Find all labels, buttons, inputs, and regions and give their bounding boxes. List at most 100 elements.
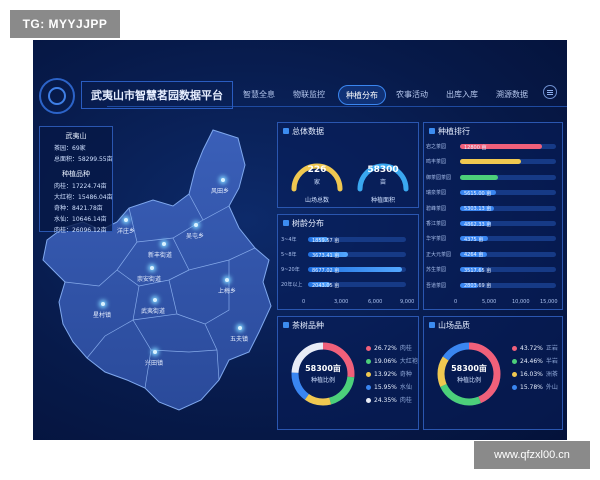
map-pin[interactable] (194, 223, 198, 227)
map-pin[interactable] (153, 298, 157, 302)
rank-bar (460, 174, 499, 180)
ranking-panel: 种植排行 岩之茶园 12800 亩鸣丰茶园 御茶园茶园 瑞泉茶园 5615.00 亩碧峰… (423, 122, 563, 310)
age-tick: 0 (302, 299, 306, 305)
rank-bar-value: 4375 亩 (464, 236, 484, 243)
age-tick: 6,000 (368, 299, 383, 305)
legend-name: 水仙 (399, 384, 412, 391)
age-row-label: 3~4年 (281, 237, 297, 243)
species-donut (291, 342, 355, 406)
legend-percent: 19.06% (374, 358, 397, 365)
panel-icon (429, 128, 435, 134)
rank-row-label: 御茶园茶园 (426, 174, 452, 181)
legend-swatch (512, 359, 517, 364)
map-pin[interactable] (225, 278, 229, 282)
rank-tick: 5,000 (482, 299, 497, 305)
species-legend-item: 26.72% 肉桂 (366, 343, 412, 352)
legend-name: 肉桂 (399, 345, 412, 352)
rank-bar-value: 4862.33 亩 (464, 221, 492, 228)
variety-line: 大红袍：15486.04亩 (54, 194, 113, 201)
nav-tab-1[interactable]: 物联监控 (288, 85, 330, 103)
area-value: 58300 (367, 165, 399, 175)
age-tick: 9,000 (400, 299, 415, 305)
map-pin[interactable] (162, 242, 166, 246)
species-legend-item: 15.95% 水仙 (366, 382, 412, 391)
quality-center-label: 种植比例 (456, 377, 481, 384)
dashboard: 武夷山市智慧茗园数据平台 智慧全息 物联监控 种植分布 农事活动 出库入库 溯源… (33, 40, 567, 440)
map-pin[interactable] (150, 266, 154, 270)
quality-donut (437, 342, 501, 406)
species-legend-item: 19.06% 大红袍 (366, 356, 418, 365)
species-legend-item: 13.92% 奇种 (366, 369, 412, 378)
map-pin[interactable] (124, 218, 128, 222)
watermark-bottom: www.qfzxl00.cn (474, 441, 590, 469)
species-center-label: 种植比例 (310, 377, 335, 384)
legend-percent: 13.92% (374, 371, 397, 378)
rank-bar-value: 5303.13 亩 (464, 206, 492, 213)
map-pin[interactable] (238, 326, 242, 330)
quality-center-value: 58300亩 (451, 364, 487, 373)
nav-tab-3[interactable]: 农事活动 (391, 85, 433, 103)
quality-legend-item: 15.78% 外山 (512, 382, 558, 391)
rank-bar-value: 2803.69 亩 (464, 283, 492, 290)
ranking-title: 种植排行 (438, 127, 470, 136)
legend-swatch (366, 398, 371, 403)
age-bar-value: 3673.41 亩 (312, 252, 340, 259)
town-label: 上梅乡 (218, 288, 237, 295)
variety-line: 肉桂：17224.74亩 (54, 183, 107, 190)
legend-swatch (366, 385, 371, 390)
nav-tab-2[interactable]: 种植分布 (338, 85, 386, 105)
map-pin[interactable] (221, 178, 225, 182)
quality-title: 山场品质 (438, 321, 470, 330)
age-tick: 3,000 (334, 299, 349, 305)
variety-title: 种植品种 (62, 170, 90, 178)
map-pin[interactable] (101, 302, 105, 306)
legend-swatch (366, 346, 371, 351)
rank-bar-value: 3517.65 亩 (464, 267, 492, 274)
rank-row-label: 瑞泉茶园 (426, 190, 447, 197)
region-line: 总面积：58299.55亩 (54, 156, 113, 163)
age-title: 树龄分布 (292, 219, 324, 228)
rank-row-label: 碧峰茶园 (426, 205, 447, 212)
rank-row-label: 华宇茶园 (426, 236, 447, 243)
town-label: 星村镇 (93, 312, 112, 319)
farms-label: 山场总数 (304, 197, 329, 204)
variety-line: 奇种：8421.78亩 (54, 205, 103, 212)
rank-bar-value: 4264 亩 (464, 252, 484, 259)
rank-row-label: 正大元茶园 (426, 251, 452, 258)
town-label: 崇安街道 (137, 276, 162, 283)
legend-name: 外山 (545, 384, 558, 391)
nav-tab-4[interactable]: 出库入库 (441, 85, 483, 103)
watermark-top: TG: MYYJJPP (10, 10, 120, 38)
variety-line: 水仙：10646.14亩 (54, 216, 107, 223)
legend-percent: 43.72% (520, 345, 543, 352)
page-title: 武夷山市智慧茗园数据平台 (81, 81, 233, 109)
rank-row-label: 鸣丰茶园 (426, 159, 447, 166)
legend-name: 大红袍 (399, 358, 418, 365)
age-bar-value: 1859.57 亩 (312, 237, 340, 244)
age-bar-value: 2043.05 亩 (312, 282, 340, 289)
town-label: 新丰街道 (148, 252, 173, 259)
age-row-label: 5~8年 (281, 252, 297, 258)
rank-row-label: 岩之茶园 (426, 144, 447, 150)
rank-bar (460, 159, 521, 165)
species-center-value: 58300亩 (305, 364, 341, 373)
age-row-label: 9~20年 (281, 267, 300, 273)
age-bar-value: 8677.02 亩 (312, 267, 340, 274)
nav-tab-5[interactable]: 溯源数据 (491, 85, 533, 103)
legend-percent: 26.72% (374, 345, 397, 352)
town-label: 武夷街道 (141, 308, 166, 315)
legend-name: 肉桂 (399, 397, 412, 404)
legend-swatch (512, 385, 517, 390)
map-pin[interactable] (153, 350, 157, 354)
legend-percent: 16.03% (520, 371, 543, 378)
nav-tab-0[interactable]: 智慧全息 (239, 85, 279, 103)
legend-percent: 24.46% (520, 358, 543, 365)
town-label: 五夫镇 (230, 336, 249, 343)
quality-panel: 山场品质 58300亩 种植比例 43.72% 正岩 24.46% 半岩 16.03% 洲… (423, 316, 563, 430)
farms-value: 226 (307, 165, 327, 175)
quality-legend-item: 24.46% 半岩 (512, 356, 558, 365)
region-info-box: 武夷山 茶园：69家 总面积：58299.55亩 种植品种 肉桂：17224.7… (39, 126, 113, 234)
species-legend-item: 24.35% 肉桂 (366, 395, 412, 404)
menu-icon[interactable] (543, 85, 557, 99)
panel-icon (283, 322, 289, 328)
